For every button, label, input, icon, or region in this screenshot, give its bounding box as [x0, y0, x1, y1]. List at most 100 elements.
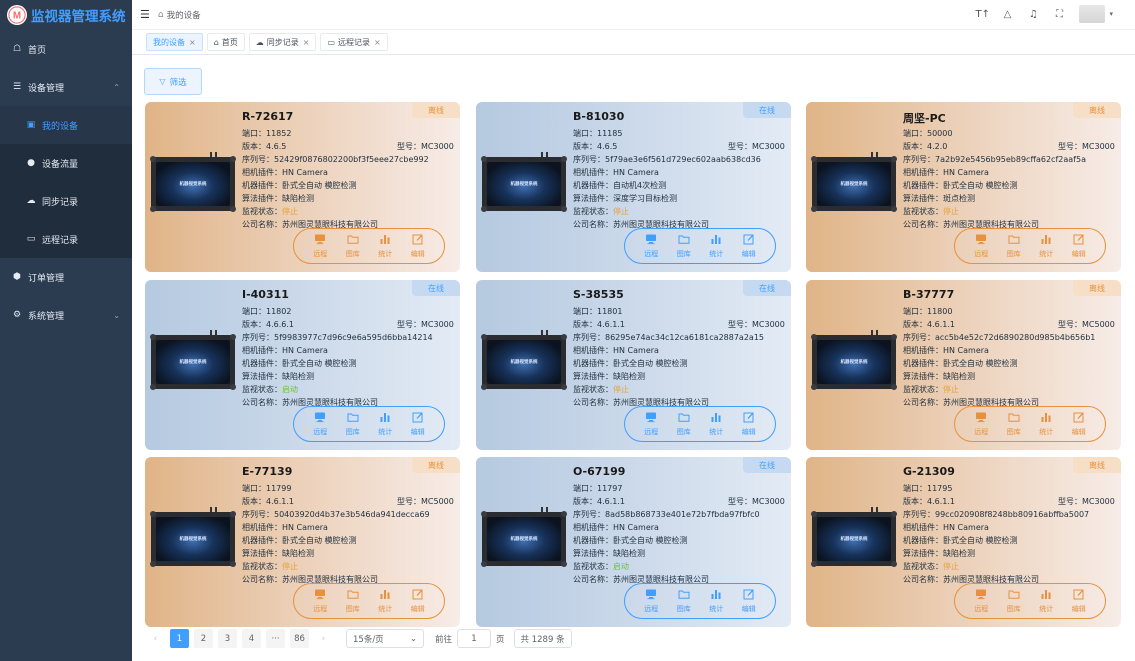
gallery-button[interactable]: 图库 [1007, 588, 1021, 614]
device-card[interactable]: 离线 机器视觉系统 R-72617 端口：11852 版本：4.6.5 型号：MC3000… [145, 102, 460, 272]
page-button[interactable]: 1 [170, 629, 189, 648]
page-button[interactable]: 86 [290, 629, 309, 648]
gallery-button[interactable]: 图库 [346, 411, 360, 437]
shirt-icon[interactable]: △ [1001, 9, 1013, 20]
prev-page-button[interactable]: ‹ [146, 629, 165, 648]
serial-value: 5f79ae3e6f561d729ec602aab638cd36 [605, 155, 761, 164]
action-label: 图库 [1006, 605, 1021, 613]
sidebar-item-home[interactable]: ☖ 首页 [0, 30, 132, 68]
sidebar-item-order-management[interactable]: ⬢ 订单管理 [0, 258, 132, 296]
sidebar-item-my-devices[interactable]: ▣ 我的设备 [0, 106, 132, 144]
edit-button[interactable]: 编辑 [742, 233, 756, 259]
stats-button[interactable]: 统计 [378, 411, 392, 437]
sidebar-item-device-management[interactable]: ☰ 设备管理 ⌃ [0, 68, 132, 106]
fullscreen-icon[interactable]: ⛶ [1053, 9, 1065, 20]
tab-label: 同步记录 [266, 37, 299, 47]
stats-button[interactable]: 统计 [1039, 588, 1053, 614]
device-screen-text: 机器视觉系统 [156, 340, 230, 384]
edit-button[interactable]: 编辑 [411, 233, 425, 259]
edit-button[interactable]: 编辑 [1072, 588, 1086, 614]
stats-button[interactable]: 统计 [1039, 411, 1053, 437]
chevron-down-icon[interactable]: ▾ [1109, 10, 1113, 18]
device-card[interactable]: 离线 机器视觉系统 E-77139 端口：11799 版本：4.6.1.1 型号：MC50… [145, 457, 460, 627]
remote-button[interactable]: 远程 [974, 411, 988, 437]
device-info: R-72617 端口：11852 版本：4.6.5 型号：MC3000 序列号：5242… [242, 110, 454, 231]
remote-button[interactable]: 远程 [313, 233, 327, 259]
edit-button[interactable]: 编辑 [411, 411, 425, 437]
close-icon[interactable]: × [189, 38, 196, 47]
edit-button[interactable]: 编辑 [742, 411, 756, 437]
remote-button[interactable]: 远程 [313, 588, 327, 614]
page-size-select[interactable]: 15条/页 ⌄ [346, 629, 424, 648]
stats-button[interactable]: 统计 [709, 588, 723, 614]
stats-button[interactable]: 统计 [378, 588, 392, 614]
close-icon[interactable]: × [374, 38, 381, 47]
stats-button[interactable]: 统计 [1039, 233, 1053, 259]
stats-button[interactable]: 统计 [709, 233, 723, 259]
device-card[interactable]: 离线 机器视觉系统 B-37777 端口：11800 版本：4.6.1.1 型号：MC50… [806, 280, 1121, 450]
device-card[interactable]: 在线 机器视觉系统 O-67199 端口：11797 版本：4.6.1.1 型号：MC30… [476, 457, 791, 627]
gallery-button[interactable]: 图库 [1007, 411, 1021, 437]
menu-toggle-icon[interactable]: ☰ [140, 8, 150, 21]
device-card[interactable]: 在线 机器视觉系统 S-38535 端口：11801 版本：4.6.1.1 型号：MC30… [476, 280, 791, 450]
page-button[interactable]: 3 [218, 629, 237, 648]
app-logo[interactable]: M 监视器管理系统 [0, 0, 132, 30]
gallery-button[interactable]: 图库 [677, 233, 691, 259]
tab-sync-records[interactable]: ☁ 同步记录 × [248, 33, 317, 51]
page-button[interactable]: 2 [194, 629, 213, 648]
device-card[interactable]: 离线 机器视觉系统 G-21309 端口：11795 版本：4.6.1.1 型号：MC30… [806, 457, 1121, 627]
port-value: 11800 [927, 307, 953, 316]
pagination: ‹ 1 2 3 4 ··· 86 › 15条/页 ⌄ 前往 1 页 共 1289… [146, 629, 572, 648]
edit-button[interactable]: 编辑 [411, 588, 425, 614]
gallery-button[interactable]: 图库 [677, 588, 691, 614]
sidebar-item-sync-records[interactable]: ☁ 同步记录 [0, 182, 132, 220]
sidebar-item-remote-records[interactable]: ▭ 远程记录 [0, 220, 132, 258]
goto-page-input[interactable]: 1 [457, 629, 492, 648]
remote-button[interactable]: 远程 [644, 588, 658, 614]
serial-line: 序列号：99cc020908f8248bb80916abffba5007 [903, 510, 1090, 519]
gallery-button[interactable]: 图库 [346, 233, 360, 259]
edit-button[interactable]: 编辑 [1072, 411, 1086, 437]
sidebar-item-device-traffic[interactable]: ● 设备流量 [0, 144, 132, 182]
remote-button[interactable]: 远程 [644, 411, 658, 437]
tab-my-devices[interactable]: 我的设备 × [146, 33, 203, 51]
device-name: 周坚-PC [903, 112, 946, 125]
close-icon[interactable]: × [303, 38, 310, 47]
edit-button[interactable]: 编辑 [742, 588, 756, 614]
serial-line: 序列号：acc5b4e52c72d6890280d985b4b656b1 [903, 333, 1096, 342]
model-line: 型号：MC3000 [728, 497, 785, 506]
remote-button[interactable]: 远程 [974, 233, 988, 259]
device-card[interactable]: 在线 机器视觉系统 B-81030 端口：11185 版本：4.6.5 型号：MC3000… [476, 102, 791, 272]
action-label: 图库 [676, 428, 691, 436]
remote-button[interactable]: 远程 [313, 411, 327, 437]
sidebar-item-system-management[interactable]: ⚙ 系统管理 ⌄ [0, 296, 132, 334]
filter-button[interactable]: ▽ 筛选 [144, 68, 202, 95]
stats-button[interactable]: 统计 [709, 411, 723, 437]
device-card[interactable]: 离线 机器视觉系统 周坚-PC 端口：50000 版本：4.2.0 型号：MC3000 序列… [806, 102, 1121, 272]
remote-button[interactable]: 远程 [974, 588, 988, 614]
gallery-button[interactable]: 图库 [1007, 233, 1021, 259]
home-icon[interactable]: ⌂ [158, 10, 164, 20]
more-pages-button[interactable]: ··· [266, 629, 285, 648]
bar-chart-icon [1040, 233, 1052, 249]
font-size-icon[interactable]: T↑ [975, 9, 990, 20]
bell-icon[interactable]: ♫ [1027, 9, 1039, 20]
page-button[interactable]: 4 [242, 629, 261, 648]
port-line: 端口：11800 [903, 307, 953, 316]
tab-home[interactable]: ⌂ 首页 [206, 33, 245, 51]
gallery-button[interactable]: 图库 [677, 411, 691, 437]
chevron-down-icon: ⌄ [409, 633, 417, 644]
avatar[interactable] [1079, 5, 1106, 23]
next-page-button[interactable]: › [314, 629, 333, 648]
device-image: 机器视觉系统 [811, 507, 897, 567]
stats-button[interactable]: 统计 [378, 233, 392, 259]
algorithm-line: 算法插件：缺陷检测 [242, 194, 314, 203]
device-card[interactable]: 在线 机器视觉系统 I-40311 端口：11802 版本：4.6.6.1 型号：MC30… [145, 280, 460, 450]
action-label: 远程 [644, 250, 659, 258]
edit-button[interactable]: 编辑 [1072, 233, 1086, 259]
gallery-button[interactable]: 图库 [346, 588, 360, 614]
dot-icon: ● [27, 158, 35, 168]
remote-button[interactable]: 远程 [644, 233, 658, 259]
device-info: I-40311 端口：11802 版本：4.6.6.1 型号：MC3000 序列号：5f… [242, 288, 454, 409]
tab-remote-records[interactable]: ▭ 远程记录 × [320, 33, 388, 51]
